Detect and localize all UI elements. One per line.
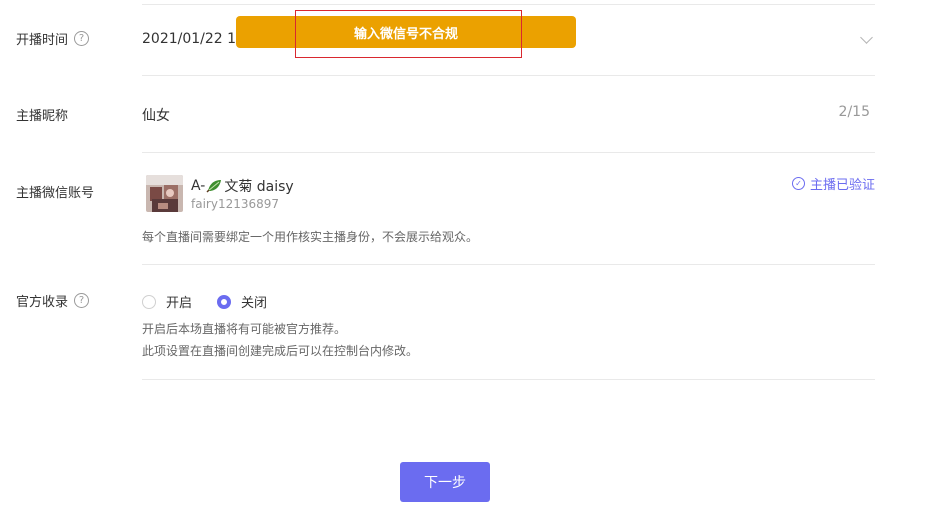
help-icon[interactable]: ?	[74, 31, 90, 46]
account-name-suffix: 文菊 daisy	[224, 179, 294, 195]
official-hint-2: 此项设置在直播间创建完成后可以在控制台内修改。	[142, 344, 419, 358]
official-label-text: 官方收录	[16, 295, 69, 310]
official-label: 官方收录 ?	[16, 291, 90, 310]
chevron-down-icon[interactable]	[860, 31, 873, 44]
divider	[142, 264, 875, 265]
leaf-icon	[206, 180, 222, 193]
divider	[142, 75, 875, 76]
radio-label: 关闭	[241, 296, 268, 311]
radio-label: 开启	[166, 296, 193, 311]
avatar	[146, 175, 183, 212]
check-circle-icon: ✓	[791, 177, 805, 190]
nickname-label: 主播昵称	[16, 105, 68, 124]
radio-option-off[interactable]: 关闭	[217, 292, 267, 311]
account-name-prefix: A-	[191, 178, 206, 194]
highlight-box	[295, 10, 522, 58]
nickname-char-counter: 2/15	[838, 104, 870, 120]
start-time-label: 开播时间 ?	[16, 29, 90, 48]
wechat-account-id: fairy12136897	[191, 197, 280, 211]
radio-button-selected[interactable]	[217, 294, 232, 309]
nickname-input[interactable]: 仙女	[142, 105, 170, 125]
official-hint-1: 开启后本场直播将有可能被官方推荐。	[142, 322, 347, 336]
official-radio-group: 开启 关闭	[142, 292, 292, 311]
radio-button[interactable]	[142, 294, 156, 309]
wechat-hint: 每个直播间需要绑定一个用作核实主播身份，不会展示给观众。	[142, 230, 479, 244]
divider	[142, 379, 875, 380]
radio-option-on[interactable]: 开启	[142, 292, 192, 311]
wechat-label-text: 主播微信账号	[16, 186, 95, 201]
divider	[142, 152, 875, 153]
verified-badge: ✓ 主播已验证	[791, 174, 875, 193]
start-time-value[interactable]: 2021/01/22 15	[142, 31, 245, 47]
start-time-label-text: 开播时间	[16, 33, 69, 48]
top-divider	[142, 4, 875, 5]
wechat-account-name: A- 文菊 daisy	[191, 176, 294, 196]
verified-text: 主播已验证	[809, 178, 875, 193]
nickname-label-text: 主播昵称	[16, 109, 69, 124]
wechat-label: 主播微信账号	[16, 182, 94, 201]
next-button[interactable]: 下一步	[400, 462, 490, 502]
help-icon[interactable]: ?	[74, 293, 90, 308]
